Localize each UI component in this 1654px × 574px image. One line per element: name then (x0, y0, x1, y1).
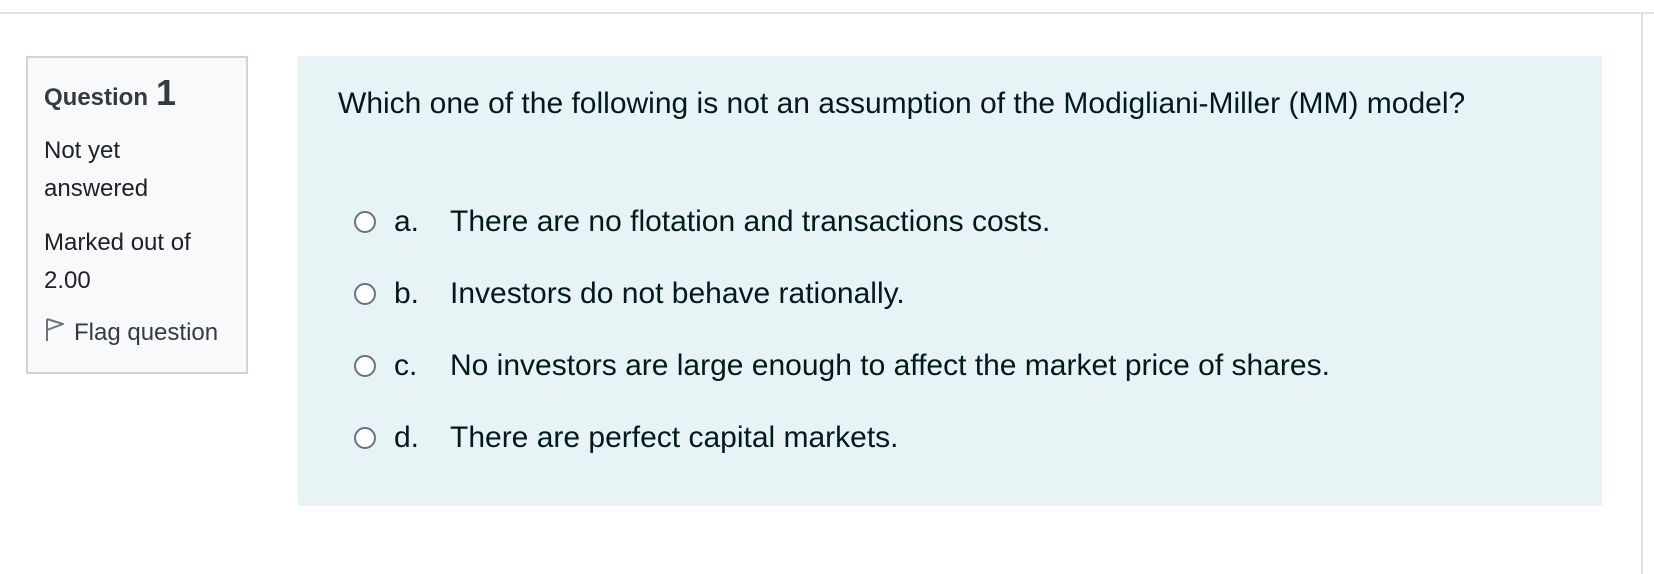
answer-option-d[interactable]: d. There are perfect capital markets. (354, 402, 1562, 474)
answer-letter: d. (394, 421, 420, 454)
answer-list: a. There are no flotation and transactio… (338, 186, 1562, 474)
flag-question-label: Flag question (74, 318, 219, 346)
question-state: Not yet answered (44, 132, 230, 208)
flag-outline-icon (44, 316, 66, 349)
radio-button-b[interactable] (354, 283, 376, 305)
question-number-heading: Question 1 (44, 72, 230, 118)
flag-question-button[interactable]: Flag question (44, 316, 230, 349)
answer-letter: b. (394, 277, 420, 310)
question-number: 1 (156, 72, 177, 113)
question-state-line2: answered (44, 175, 149, 202)
question-grade: Marked out of 2.00 (44, 224, 230, 300)
right-divider (1641, 12, 1643, 574)
answer-text[interactable]: There are perfect capital markets. (450, 421, 899, 455)
radio-button-c[interactable] (354, 355, 376, 377)
top-divider (0, 12, 1654, 14)
radio-button-d[interactable] (354, 427, 376, 449)
question-info-panel: Question 1 Not yet answered Marked out o… (26, 56, 248, 374)
answer-letter: c. (394, 349, 418, 382)
answer-option-a[interactable]: a. There are no flotation and transactio… (354, 186, 1562, 258)
answer-text[interactable]: No investors are large enough to affect … (450, 349, 1330, 383)
question-content: Which one of the following is not an ass… (298, 56, 1602, 506)
question-grade-line2: 2.00 (44, 267, 91, 294)
answer-letter: a. (394, 205, 420, 238)
question-label: Question (44, 84, 149, 111)
answer-text[interactable]: There are no flotation and transactions … (450, 205, 1050, 239)
question-grade-line1: Marked out of (44, 229, 191, 256)
radio-button-a[interactable] (354, 211, 376, 233)
answer-text[interactable]: Investors do not behave rationally. (450, 277, 905, 311)
answer-option-c[interactable]: c. No investors are large enough to affe… (354, 330, 1562, 402)
question-state-line1: Not yet (44, 137, 121, 164)
answer-option-b[interactable]: b. Investors do not behave rationally. (354, 258, 1562, 330)
question-text: Which one of the following is not an ass… (338, 87, 1466, 120)
